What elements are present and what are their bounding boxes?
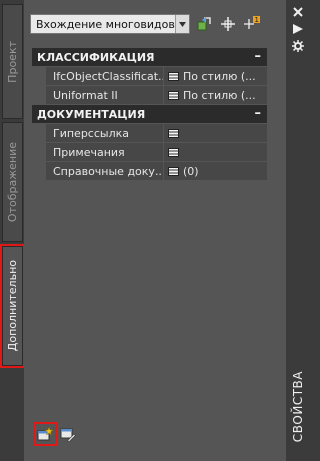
properties-palette: Проект Отображение Дополнительно Вхожден… bbox=[0, 0, 310, 461]
list-icon[interactable] bbox=[168, 71, 179, 81]
category-documentation[interactable]: ДОКУМЕНТАЦИЯ – bbox=[32, 105, 267, 123]
edit-style-icon[interactable] bbox=[58, 424, 78, 444]
object-type-value: Вхождение многовидово... bbox=[36, 17, 175, 31]
selection-toolbar: Вхождение многовидово... bbox=[30, 12, 280, 36]
select-objects-icon[interactable] bbox=[218, 14, 238, 34]
palette-title-label: СВОЙСТВА bbox=[291, 371, 305, 443]
row-gutter bbox=[32, 162, 46, 180]
tab-display-label: Отображение bbox=[6, 141, 19, 223]
property-name: IfcObjectClassificat... bbox=[46, 67, 163, 85]
collapse-icon[interactable]: – bbox=[255, 106, 262, 121]
property-value-cell[interactable]: По стилю (... bbox=[164, 67, 267, 85]
property-row[interactable]: Uniformat II По стилю (... bbox=[32, 86, 267, 104]
list-icon[interactable] bbox=[168, 90, 179, 100]
property-grid: КЛАССИФИКАЦИЯ – IfcObjectClassificat... … bbox=[32, 48, 267, 181]
property-row[interactable]: Гиперссылка bbox=[32, 124, 267, 142]
properties-content: Вхождение многовидово... bbox=[24, 0, 286, 461]
quick-select-icon[interactable] bbox=[194, 14, 214, 34]
object-type-select[interactable]: Вхождение многовидово... bbox=[30, 14, 190, 34]
property-row[interactable]: Справочные доку... (0) bbox=[32, 162, 267, 180]
tab-display[interactable]: Отображение bbox=[2, 122, 23, 242]
property-value: (0) bbox=[183, 164, 199, 178]
property-name: Примечания bbox=[46, 143, 163, 161]
collapse-icon[interactable]: – bbox=[255, 49, 262, 64]
row-gutter bbox=[32, 143, 46, 161]
property-name: Uniformat II bbox=[46, 86, 163, 104]
property-value-cell[interactable] bbox=[164, 143, 267, 161]
category-title: КЛАССИФИКАЦИЯ bbox=[37, 50, 155, 64]
tab-project-label: Проект bbox=[6, 40, 19, 83]
row-gutter bbox=[32, 86, 46, 104]
category-classification[interactable]: КЛАССИФИКАЦИЯ – bbox=[32, 48, 267, 66]
tab-extended[interactable]: Дополнительно bbox=[0, 244, 25, 368]
properties-menu-icon[interactable] bbox=[290, 39, 306, 53]
style-tools bbox=[33, 422, 78, 446]
property-value-cell[interactable] bbox=[164, 124, 267, 142]
property-name: Гиперссылка bbox=[46, 124, 163, 142]
property-value: По стилю (... bbox=[183, 88, 256, 102]
property-value: По стилю (... bbox=[183, 69, 256, 83]
svg-text:1: 1 bbox=[255, 16, 259, 24]
close-icon[interactable] bbox=[290, 5, 306, 19]
palette-title: СВОЙСТВА bbox=[289, 360, 307, 454]
category-title: ДОКУМЕНТАЦИЯ bbox=[37, 107, 146, 121]
property-row[interactable]: Примечания bbox=[32, 143, 267, 161]
list-icon[interactable] bbox=[168, 147, 179, 157]
property-name: Справочные доку... bbox=[46, 162, 163, 180]
property-value-cell[interactable]: По стилю (... bbox=[164, 86, 267, 104]
toggle-pickadd-icon[interactable]: 1 bbox=[242, 14, 262, 34]
tab-project[interactable]: Проект bbox=[2, 4, 23, 119]
property-row[interactable]: IfcObjectClassificat... По стилю (... bbox=[32, 67, 267, 85]
row-gutter bbox=[32, 67, 46, 85]
palette-tabs: Проект Отображение Дополнительно bbox=[0, 0, 25, 461]
add-style-icon[interactable] bbox=[33, 422, 57, 446]
list-icon[interactable] bbox=[168, 128, 179, 138]
tab-extended-label: Дополнительно bbox=[6, 260, 19, 352]
list-icon[interactable] bbox=[168, 166, 179, 176]
auto-hide-icon[interactable] bbox=[290, 22, 306, 36]
palette-title-bar[interactable]: СВОЙСТВА bbox=[286, 0, 310, 461]
chevron-down-icon[interactable] bbox=[175, 15, 189, 33]
property-value-cell[interactable]: (0) bbox=[164, 162, 267, 180]
row-gutter bbox=[32, 124, 46, 142]
